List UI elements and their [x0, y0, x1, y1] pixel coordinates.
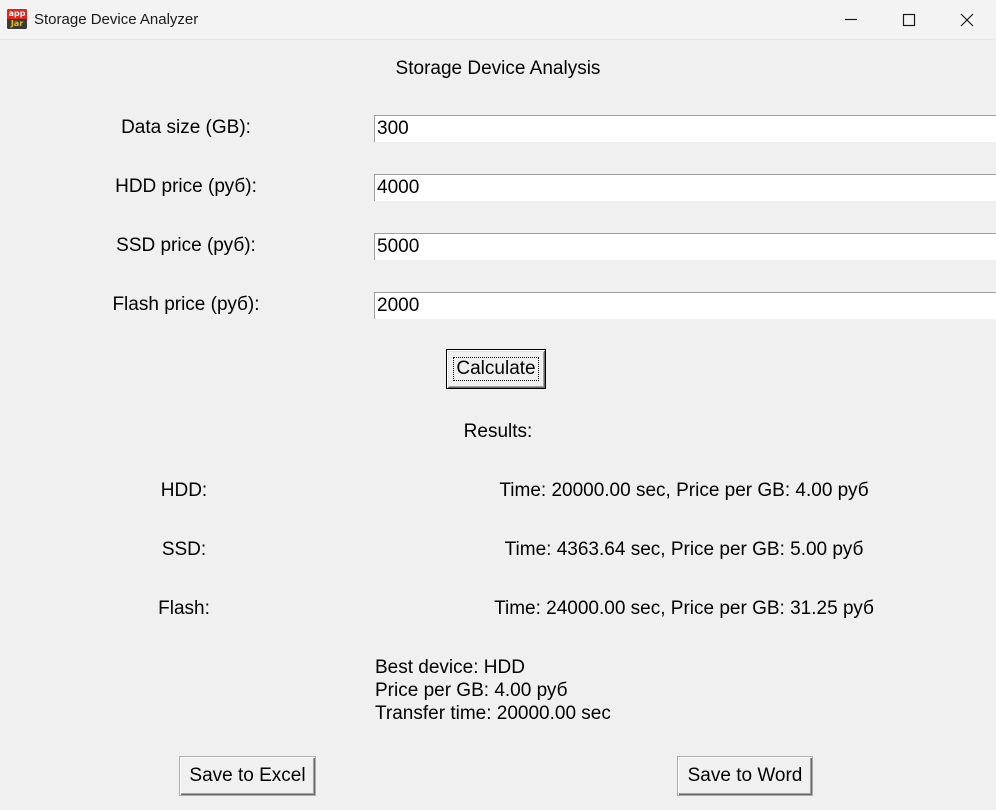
app-icon-top-text: app [7, 9, 27, 19]
save-to-word-button[interactable]: Save to Word [677, 756, 813, 796]
maximize-button[interactable] [880, 0, 938, 39]
minimize-button[interactable] [822, 0, 880, 39]
data-size-label: Data size (GB): [121, 117, 251, 138]
save-to-excel-button[interactable]: Save to Excel [179, 756, 316, 796]
best-transfer-time-text: Transfer time: 20000.00 sec [375, 703, 611, 724]
close-icon [960, 13, 974, 27]
flash-price-input[interactable] [374, 292, 996, 319]
page-heading: Storage Device Analysis [395, 58, 601, 79]
results-title: Results: [463, 421, 533, 442]
app-icon-bottom-text: Jar [7, 19, 27, 29]
calculate-button[interactable]: Calculate [446, 349, 546, 389]
close-button[interactable] [938, 0, 996, 39]
best-device-summary: Best device: HDD Price per GB: 4.00 руб … [375, 656, 611, 725]
hdd-price-label: HDD price (руб): [115, 176, 257, 197]
result-label-ssd: SSD: [161, 539, 207, 560]
best-device-text: Best device: HDD [375, 657, 525, 678]
data-size-input[interactable] [374, 115, 996, 142]
app-window: app Jar Storage Device Analyzer Storage … [0, 0, 996, 810]
flash-price-label: Flash price (руб): [112, 294, 260, 315]
ssd-price-input[interactable] [374, 233, 996, 260]
maximize-icon [902, 13, 916, 27]
minimize-icon [845, 18, 857, 21]
best-price-per-gb-text: Price per GB: 4.00 руб [375, 680, 568, 701]
calculate-button-label: Calculate [453, 357, 539, 381]
result-value-flash: Time: 24000.00 sec, Price per GB: 31.25 … [494, 598, 874, 619]
window-title: Storage Device Analyzer [34, 11, 199, 28]
ssd-price-label: SSD price (руб): [116, 235, 256, 256]
title-bar[interactable]: app Jar Storage Device Analyzer [0, 0, 996, 40]
hdd-price-input[interactable] [374, 174, 996, 201]
app-icon[interactable]: app Jar [7, 9, 27, 29]
result-value-ssd: Time: 4363.64 sec, Price per GB: 5.00 ру… [504, 539, 864, 560]
result-label-hdd: HDD: [160, 480, 208, 501]
result-label-flash: Flash: [158, 598, 210, 619]
result-value-hdd: Time: 20000.00 sec, Price per GB: 4.00 р… [499, 480, 869, 501]
